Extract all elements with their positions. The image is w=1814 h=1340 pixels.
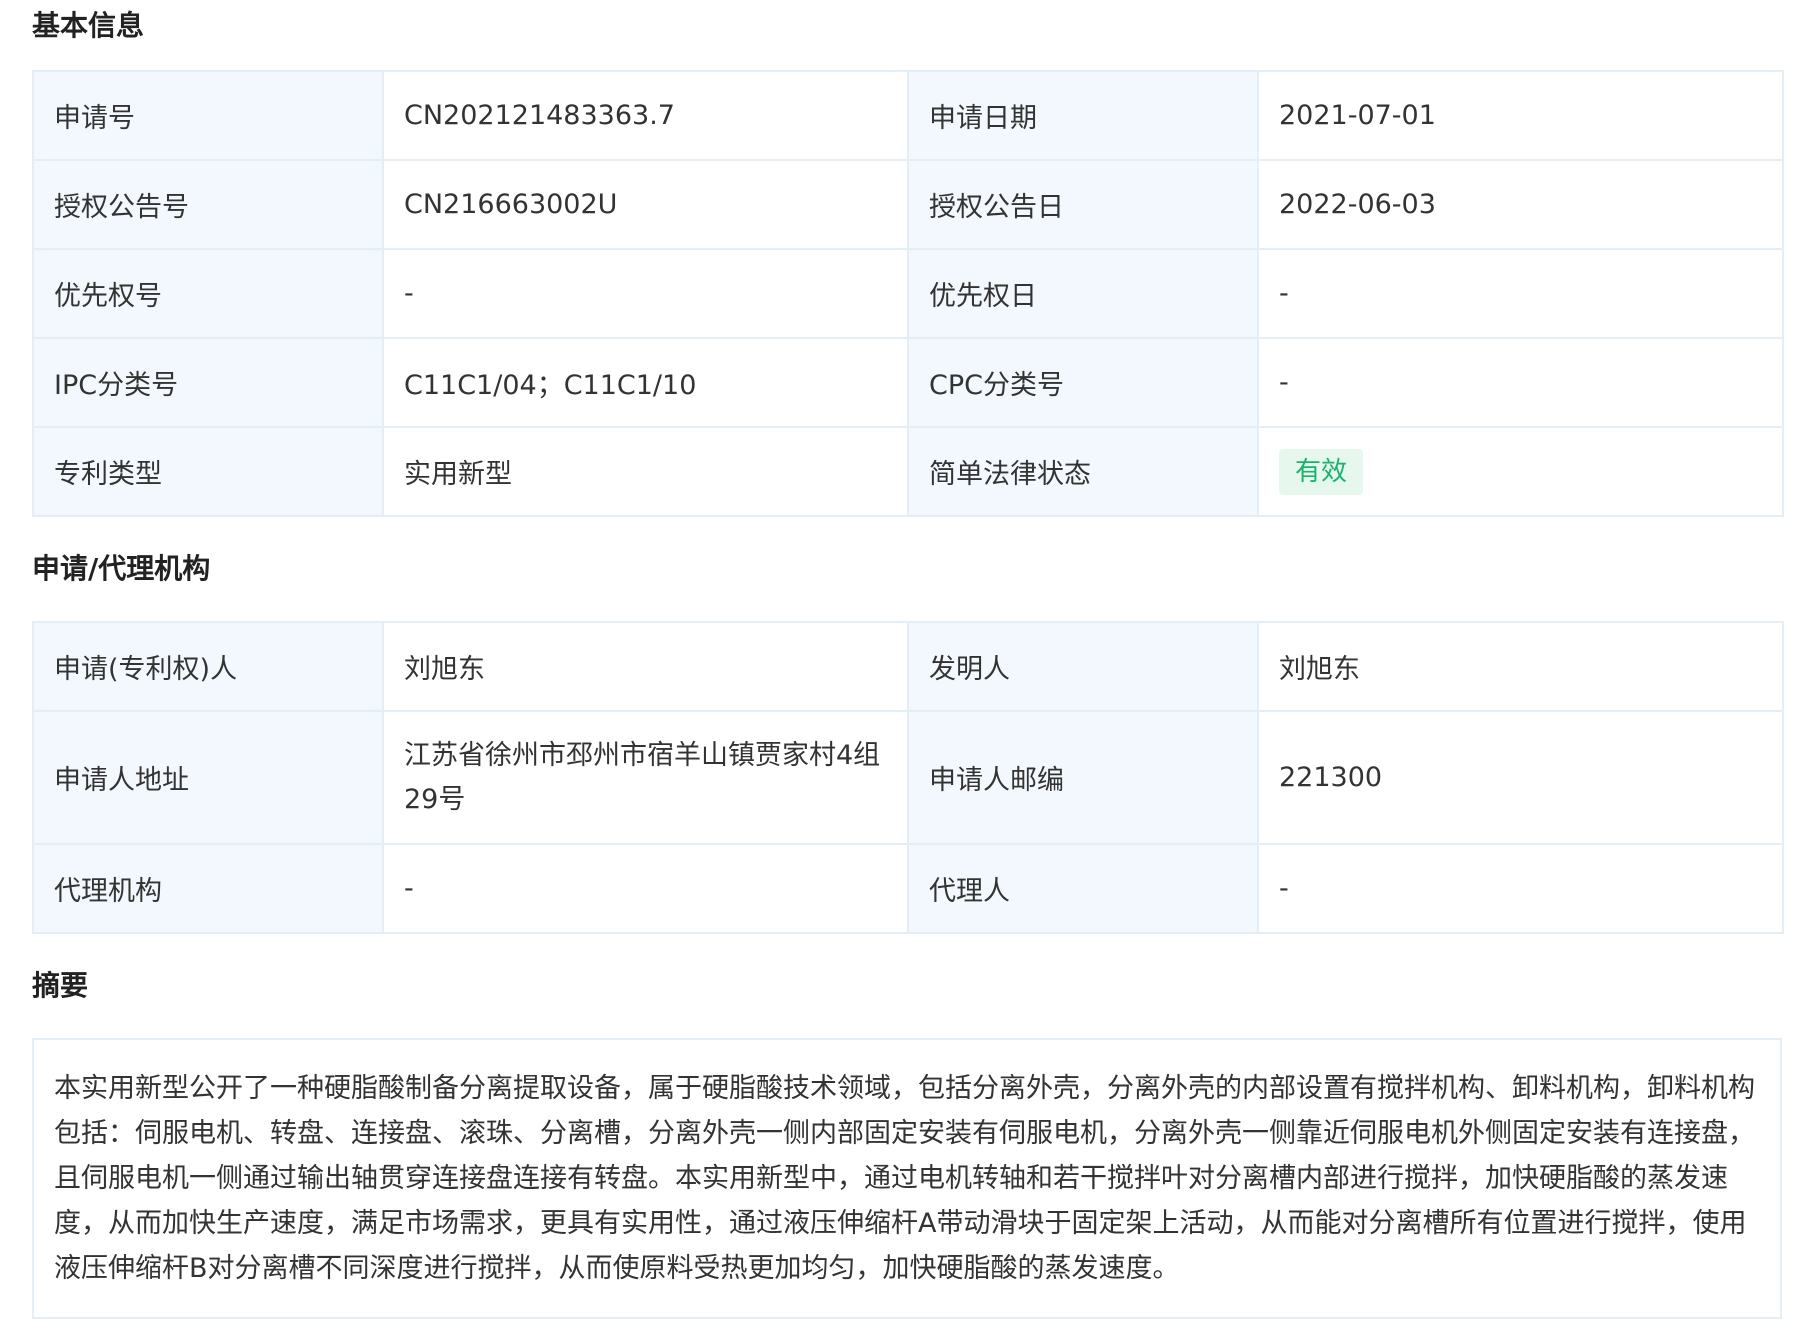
label-grant-number: 授权公告号 [32,159,384,250]
status-badge: 有效 [1279,448,1364,495]
abstract-text: 本实用新型公开了一种硬脂酸制备分离提取设备，属于硬脂酸技术领域，包括分离外壳，分… [32,1038,1782,1319]
label-applicant-address: 申请人地址 [32,710,384,845]
label-applicant: 申请(专利权)人 [32,621,384,712]
value-cpc-class: - [1257,337,1784,428]
table-row: 代理机构 - 代理人 - [32,843,1784,934]
label-applicant-postcode: 申请人邮编 [907,710,1259,845]
value-priority-date: - [1257,248,1784,339]
label-patent-type: 专利类型 [32,426,384,517]
value-grant-number: CN216663002U [382,159,909,250]
label-application-date: 申请日期 [907,70,1259,161]
table-row: 授权公告号 CN216663002U 授权公告日 2022-06-03 [32,159,1784,250]
label-priority-number: 优先权号 [32,248,384,339]
label-grant-date: 授权公告日 [907,159,1259,250]
value-priority-number: - [382,248,909,339]
label-agent: 代理人 [907,843,1259,934]
abstract-title: 摘要 [32,969,89,1002]
label-ipc-class: IPC分类号 [32,337,384,428]
value-ipc-class: C11C1/04；C11C1/10 [382,337,909,428]
value-patent-type: 实用新型 [382,426,909,517]
table-row: 优先权号 - 优先权日 - [32,248,1784,339]
agency-info-table: 申请(专利权)人 刘旭东 发明人 刘旭东 申请人地址 江苏省徐州市邳州市宿羊山镇… [32,621,1784,934]
value-legal-status: 有效 [1257,426,1784,517]
patent-detail: 基本信息 申请号 CN202121483363.7 申请日期 2021-07-0… [32,0,1784,1319]
label-cpc-class: CPC分类号 [907,337,1259,428]
label-agency: 代理机构 [32,843,384,934]
value-applicant-address: 江苏省徐州市邳州市宿羊山镇贾家村4组29号 [382,710,909,845]
value-applicant: 刘旭东 [382,621,909,712]
value-application-date: 2021-07-01 [1257,70,1784,161]
value-application-number: CN202121483363.7 [382,70,909,161]
table-row: 专利类型 实用新型 简单法律状态 有效 [32,426,1784,517]
table-row: 申请(专利权)人 刘旭东 发明人 刘旭东 [32,621,1784,712]
basic-info-title: 基本信息 [32,9,145,42]
table-row: 申请人地址 江苏省徐州市邳州市宿羊山镇贾家村4组29号 申请人邮编 221300 [32,710,1784,845]
value-inventor: 刘旭东 [1257,621,1784,712]
value-agency: - [382,843,909,934]
basic-info-table: 申请号 CN202121483363.7 申请日期 2021-07-01 授权公… [32,70,1784,517]
value-applicant-postcode: 221300 [1257,710,1784,845]
table-row: 申请号 CN202121483363.7 申请日期 2021-07-01 [32,70,1784,161]
agency-info-title: 申请/代理机构 [32,552,211,585]
label-application-number: 申请号 [32,70,384,161]
value-grant-date: 2022-06-03 [1257,159,1784,250]
label-legal-status: 简单法律状态 [907,426,1259,517]
label-priority-date: 优先权日 [907,248,1259,339]
table-row: IPC分类号 C11C1/04；C11C1/10 CPC分类号 - [32,337,1784,428]
value-agent: - [1257,843,1784,934]
label-inventor: 发明人 [907,621,1259,712]
